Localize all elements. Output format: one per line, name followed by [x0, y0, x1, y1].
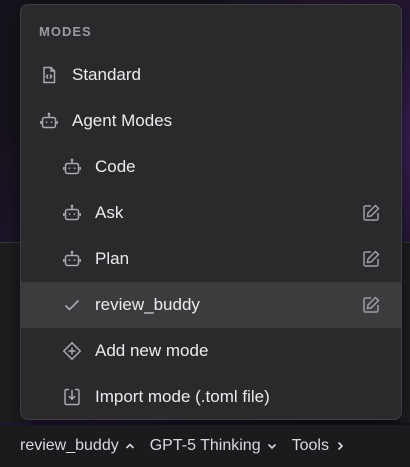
check-icon	[62, 295, 82, 315]
robot-icon	[62, 203, 82, 223]
menu-item-import-mode[interactable]: Import mode (.toml file)	[21, 374, 401, 419]
chevron-right-icon	[337, 441, 344, 451]
menu-item-label: Plan	[95, 249, 130, 268]
chevron-down-icon	[267, 443, 276, 450]
bottom-toolbar: review_buddy GPT-5 Thinking Tools	[0, 425, 410, 467]
menu-item-label: review_buddy	[95, 295, 200, 314]
plus-circle-icon	[62, 341, 82, 361]
robot-icon	[62, 157, 82, 177]
model-selector-button[interactable]: GPT-5 Thinking	[150, 437, 278, 455]
tools-button[interactable]: Tools	[292, 437, 346, 455]
menu-item-code[interactable]: Code	[21, 144, 401, 190]
menu-item-label: Import mode (.toml file)	[95, 387, 270, 406]
menu-item-add-new-mode[interactable]: Add new mode	[21, 328, 401, 374]
file-code-icon	[39, 65, 59, 85]
menu-item-agent-modes[interactable]: Agent Modes	[21, 98, 401, 144]
menu-item-label: Code	[95, 157, 136, 176]
chevron-up-icon	[125, 443, 134, 449]
edit-icon[interactable]	[361, 295, 381, 315]
robot-icon	[39, 111, 59, 131]
tools-label: Tools	[291, 437, 329, 454]
menu-item-ask[interactable]: Ask	[21, 190, 401, 236]
menu-item-plan[interactable]: Plan	[21, 236, 401, 282]
menu-header: MODES	[39, 24, 92, 39]
mode-selector-label: review_buddy	[20, 437, 119, 454]
modes-dropdown-menu: MODES Standard Agent Modes Code Ask Plan…	[20, 4, 402, 420]
menu-item-label: Agent Modes	[72, 111, 173, 130]
edit-icon[interactable]	[361, 203, 381, 223]
robot-icon	[62, 249, 82, 269]
menu-item-label: Ask	[95, 203, 124, 222]
mode-selector-button[interactable]: review_buddy	[20, 437, 136, 455]
menu-item-review-buddy[interactable]: review_buddy	[21, 282, 401, 328]
menu-item-standard[interactable]: Standard	[21, 52, 401, 98]
menu-item-label: Add new mode	[95, 341, 209, 360]
menu-item-label: Standard	[72, 65, 141, 84]
import-icon	[62, 387, 82, 407]
model-selector-label: GPT-5 Thinking	[149, 437, 261, 454]
edit-icon[interactable]	[361, 249, 381, 269]
